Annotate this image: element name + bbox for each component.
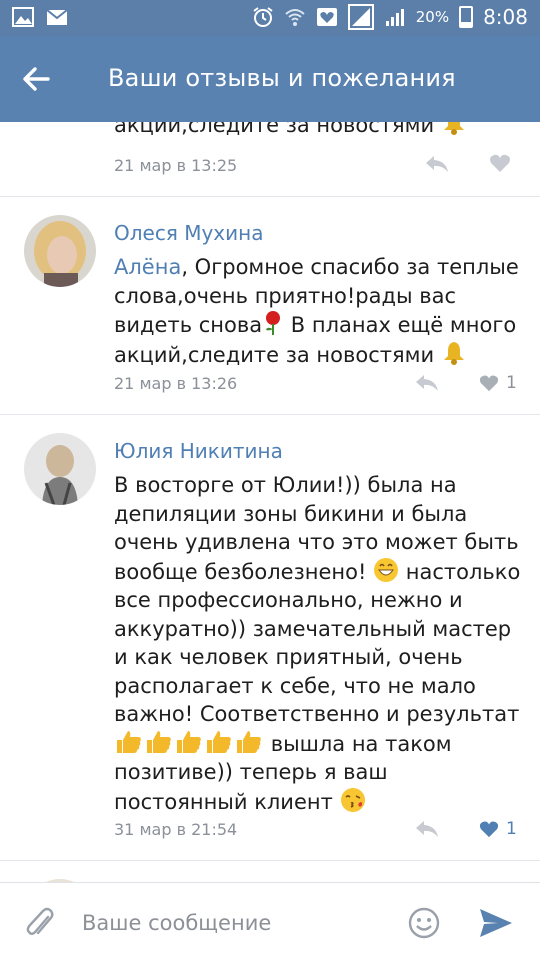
thumbs-up-emoji-icon xyxy=(177,730,201,753)
message-input[interactable] xyxy=(80,901,384,945)
author-name[interactable]: Юлия Никитина xyxy=(114,439,283,463)
paperclip-icon[interactable] xyxy=(26,907,56,941)
comment-text: акций,следите за новостями xyxy=(114,122,524,140)
wifi-icon xyxy=(285,9,305,26)
comments-feed[interactable]: акций,следите за новостями 21 мар в 13:2… xyxy=(0,122,540,882)
heart-icon xyxy=(479,375,499,392)
status-bar: 20% 8:08 xyxy=(0,0,540,36)
reply-icon[interactable] xyxy=(414,373,440,393)
send-icon[interactable] xyxy=(478,907,514,939)
kissing-emoji-icon xyxy=(340,787,365,812)
like-button[interactable]: 1 xyxy=(478,818,517,840)
author-name[interactable]: Олеся Мухина xyxy=(114,221,263,245)
comment-item: акций,следите за новостями 21 мар в 13:2… xyxy=(0,122,540,197)
rose-emoji-icon xyxy=(266,311,281,335)
like-heart-icon[interactable] xyxy=(488,152,512,174)
comment-item xyxy=(0,861,540,882)
bell-emoji-icon xyxy=(443,341,464,365)
battery-icon xyxy=(459,6,474,28)
mention-link[interactable]: Алёна xyxy=(114,255,181,279)
comment-time: 21 мар в 13:25 xyxy=(114,156,238,175)
comment-time: 21 мар в 13:26 xyxy=(114,374,238,393)
sim-signal-icon xyxy=(347,4,374,30)
cell-signal-icon xyxy=(385,9,404,26)
thumbs-up-emoji-icon xyxy=(117,730,141,753)
status-right: 20% 8:08 xyxy=(252,4,528,30)
emoji-smile-icon[interactable] xyxy=(408,907,440,939)
comment-item: Юлия Никитина В восторге от Юлии!)) была… xyxy=(0,415,540,861)
heart-notification-icon xyxy=(316,8,337,26)
comment-time: 31 мар в 21:54 xyxy=(114,820,238,839)
reply-icon[interactable] xyxy=(424,154,450,174)
like-button[interactable]: 1 xyxy=(478,372,517,394)
status-left xyxy=(12,6,68,28)
avatar-image xyxy=(24,433,96,505)
thumbs-up-emoji-icon xyxy=(237,730,261,753)
comment-text: Алёна, Огромное спасибо за теплые слова,… xyxy=(114,255,519,367)
avatar[interactable] xyxy=(24,433,96,505)
battery-percent: 20% xyxy=(415,8,450,26)
avatar[interactable] xyxy=(24,215,96,287)
heart-icon xyxy=(479,821,499,838)
grinning-emoji-icon xyxy=(374,557,399,582)
gallery-notification-icon xyxy=(12,7,34,27)
bell-emoji-icon xyxy=(443,122,464,135)
mail-notification-icon xyxy=(46,9,68,25)
thumbs-up-emoji-icon xyxy=(207,730,231,753)
comment-text: В восторге от Юлии!)) была на депиляции … xyxy=(114,471,524,816)
back-arrow-icon[interactable] xyxy=(20,62,54,96)
app-header: Ваши отзывы и пожелания xyxy=(0,36,540,122)
avatar-image xyxy=(24,215,96,287)
alarm-icon xyxy=(253,7,273,27)
message-composer xyxy=(0,882,540,961)
thumbs-up-emoji-icon xyxy=(147,730,171,753)
comment-text-tail: акций,следите за новостями xyxy=(114,122,435,137)
thumbs-up-emoji-row xyxy=(114,730,271,756)
comment-text-part: настолько все профессионально, нежно и а… xyxy=(114,559,521,727)
like-count: 1 xyxy=(506,819,517,839)
like-count: 1 xyxy=(506,373,517,393)
clock: 8:08 xyxy=(483,5,528,29)
page-title: Ваши отзывы и пожелания xyxy=(108,64,456,92)
reply-icon[interactable] xyxy=(414,819,440,839)
comment-item: Олеся Мухина Алёна, Огромное спасибо за … xyxy=(0,197,540,415)
